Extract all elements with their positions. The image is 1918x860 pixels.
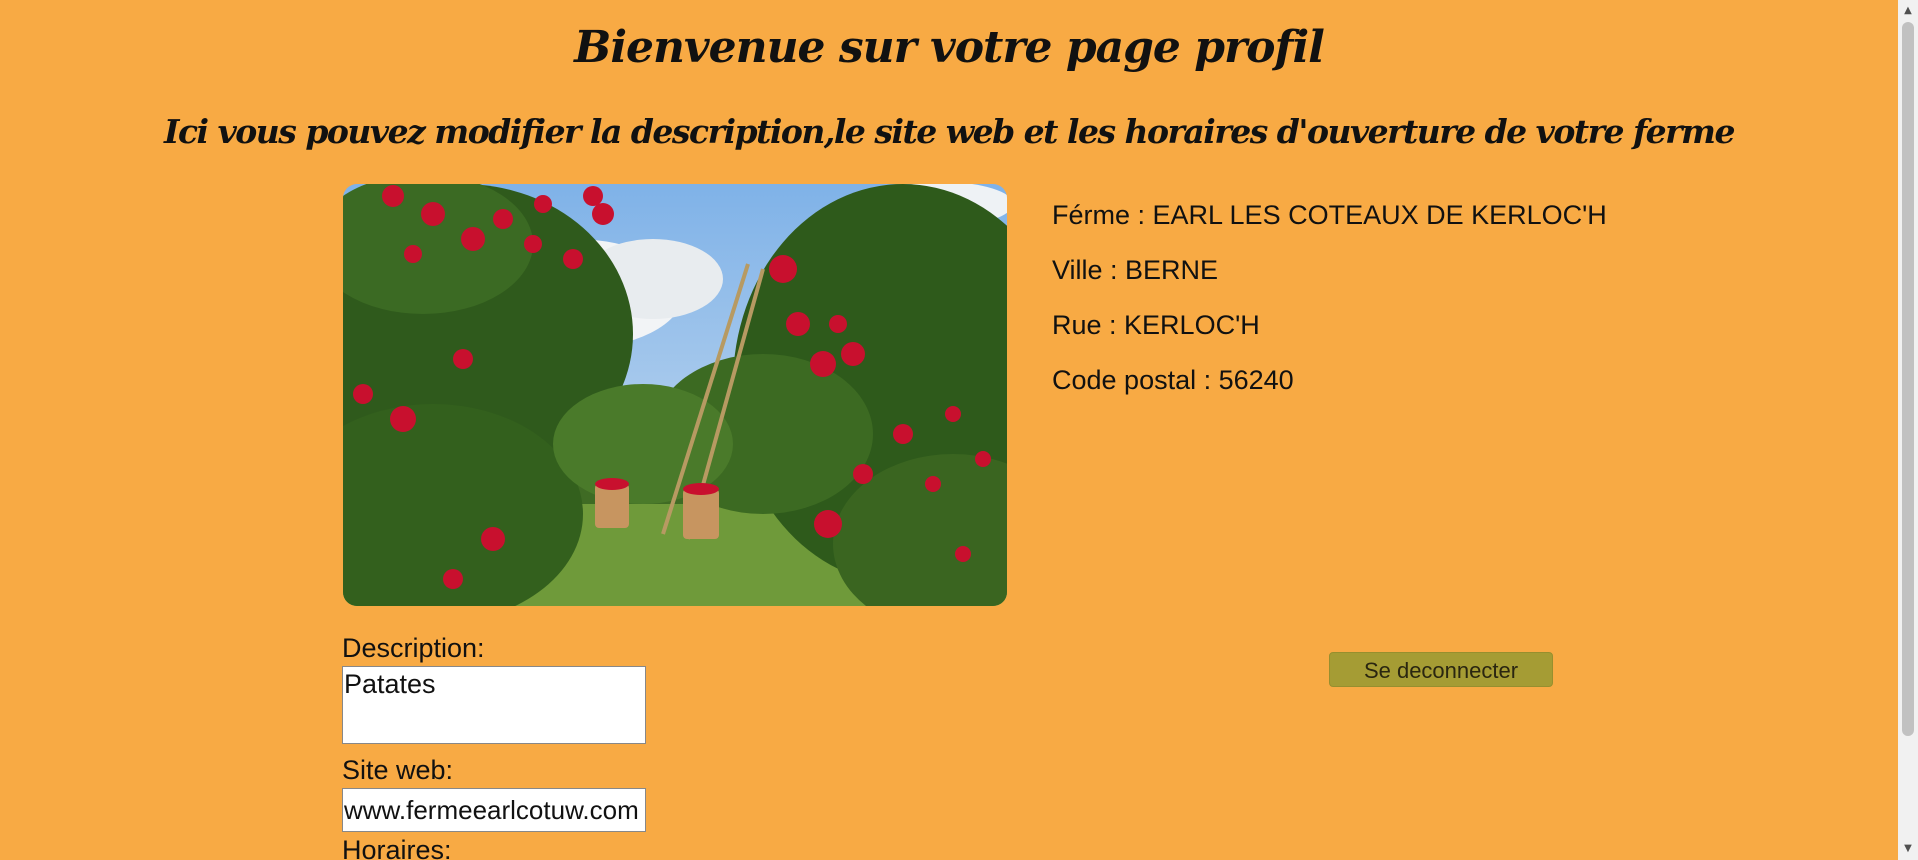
farm-photo (343, 184, 1007, 606)
vertical-scrollbar[interactable]: ▲ ▼ (1898, 0, 1918, 860)
farm-postal-row: Code postal : 56240 (1052, 365, 1294, 395)
profile-page: Bienvenue sur votre page profil Ici vous… (0, 0, 1898, 860)
page-title: Bienvenue sur votre page profil (574, 22, 1325, 73)
website-label: Site web: (342, 755, 454, 785)
scrollbar-thumb[interactable] (1902, 22, 1914, 736)
description-field[interactable]: Patates (342, 666, 646, 744)
farm-street-row: Rue : KERLOC'H (1052, 310, 1260, 340)
farm-name-row: Férme : EARL LES COTEAUX DE KERLOC'H (1052, 200, 1607, 230)
description-label: Description: (342, 633, 485, 663)
website-field[interactable] (342, 788, 646, 832)
farm-city-row: Ville : BERNE (1052, 255, 1219, 285)
triangle-down-icon[interactable]: ▼ (1898, 840, 1918, 858)
apple-orchard-image (343, 184, 1007, 606)
logout-button[interactable]: Se deconnecter (1329, 652, 1553, 687)
triangle-up-icon[interactable]: ▲ (1898, 2, 1918, 20)
farm-info: Férme : EARL LES COTEAUX DE KERLOC'H Vil… (1052, 193, 1607, 413)
profile-form: Description: Patates Site web: Horaires: (342, 630, 646, 860)
hours-label: Horaires: (342, 835, 452, 860)
page-subtitle: Ici vous pouvez modifier la description,… (164, 112, 1735, 151)
form-spacer (342, 744, 646, 752)
